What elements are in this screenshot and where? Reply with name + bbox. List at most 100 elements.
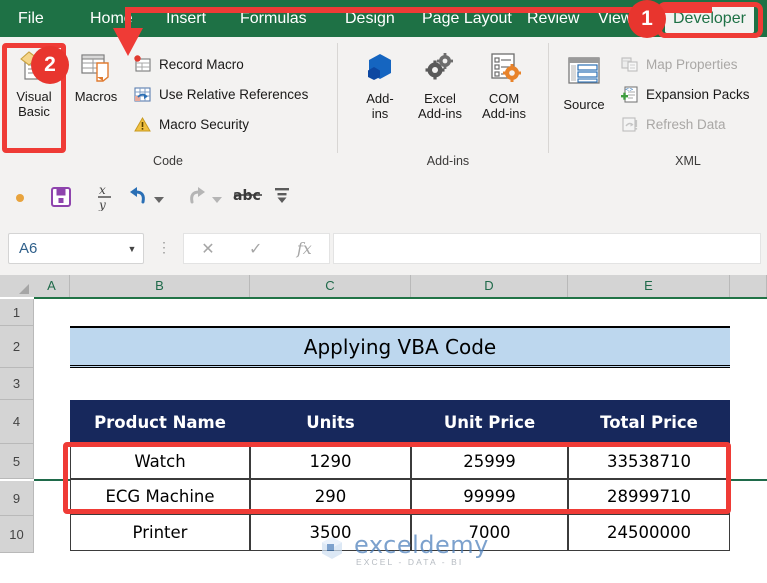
row-header-2[interactable]: 2 [0,326,34,368]
expansion-packs-label: Expansion Packs [646,87,750,102]
macros-label: Macros [74,89,118,104]
save-button[interactable] [49,185,73,214]
column-header-b[interactable]: B [70,275,250,297]
svg-text:x: x [99,183,106,197]
refresh-data-label: Refresh Data [646,117,726,132]
group-label-xml: XML [675,154,701,168]
confirm-check-icon[interactable]: ✓ [249,239,262,259]
addins-label-line1: Add- [366,91,394,106]
excel-addins-icon [421,53,459,88]
map-properties-icon [620,55,639,74]
formula-input[interactable] [333,233,761,264]
undo-dropdown-arrow[interactable] [154,191,164,209]
cancel-x-icon[interactable]: ✕ [201,239,214,259]
svg-text:y: y [98,198,106,211]
group-separator-2 [548,43,549,153]
map-properties-button[interactable]: Map Properties [620,55,738,74]
name-box[interactable]: A6 ▼ [8,233,144,264]
autosave-indicator[interactable] [14,191,26,209]
macro-security-button[interactable]: Macro Security [133,115,249,134]
com-addins-label-line2: Add-ins [481,106,527,121]
sheet-title-cell[interactable]: Applying VBA Code [70,326,730,368]
excel-window: File Home Insert Formulas Design Page La… [0,0,767,583]
column-header-c[interactable]: C [250,275,411,297]
com-addins-icon [485,53,523,88]
group-label-code: Code [153,154,183,168]
table-row[interactable]: Printer [70,514,250,551]
row-header-10[interactable]: 10 [0,516,34,553]
chevron-down-icon[interactable]: ▼ [121,244,143,254]
formula-xy-button[interactable]: x y [94,181,116,216]
table-header-product-name[interactable]: Product Name [70,400,250,444]
row-header-9[interactable]: 9 [0,481,34,516]
column-header-a[interactable]: A [34,275,70,297]
callout-badge-2: 2 [31,46,69,84]
macros-button[interactable]: Macros [68,49,124,104]
macros-icon [77,54,115,86]
undo-button[interactable] [126,184,152,213]
row-header-4[interactable]: 4 [0,400,34,444]
column-header-f[interactable] [730,275,767,297]
column-header-e[interactable]: E [568,275,730,297]
use-relative-references-label: Use Relative References [159,87,309,102]
name-box-value: A6 [19,240,38,257]
row-header-1[interactable]: 1 [0,299,34,326]
developer-tab-highlight [657,2,763,38]
select-all-corner[interactable] [0,275,35,297]
ribbon-tab-formulas[interactable]: Formulas [240,6,307,31]
ribbon-tab-insert[interactable]: Insert [166,6,206,31]
com-addins-button[interactable]: COM Add-ins [474,51,534,121]
addins-button[interactable]: Add- ins [354,51,406,121]
ribbon-tab-design[interactable]: Design [345,6,395,31]
watermark-cube-icon [318,534,346,562]
relative-references-icon [133,85,152,104]
ribbon-body: Visual Basic Macros Record Macro Use Rel… [0,37,767,172]
com-addins-label-line1: COM [488,91,520,106]
table-header-total-price[interactable]: Total Price [568,400,730,444]
refresh-data-button[interactable]: Refresh Data [620,115,726,134]
excel-addins-label-line2: Add-ins [417,106,463,121]
watermark-tagline: EXCEL - DATA - BI [356,557,464,567]
watermark-name: exceldemy [354,531,489,559]
column-header-d[interactable]: D [411,275,568,297]
group-separator-1 [337,43,338,153]
excel-addins-button[interactable]: Excel Add-ins [410,51,470,121]
table-header-unit-price[interactable]: Unit Price [411,400,568,444]
expansion-packs-button[interactable]: <> Expansion Packs [620,85,750,104]
fx-insert-function-icon[interactable]: fx [297,239,312,258]
expansion-packs-icon: <> [620,85,639,104]
refresh-data-icon [620,115,639,134]
redo-dropdown-arrow[interactable] [212,191,222,209]
addins-icon [362,54,398,88]
excel-addins-label-line1: Excel [424,91,456,106]
table-header-units[interactable]: Units [250,400,411,444]
svg-text:<>: <> [625,87,633,93]
row-header-3[interactable]: 3 [0,368,34,400]
record-macro-button[interactable]: Record Macro [133,55,244,74]
formula-bar-handle[interactable]: ⋮ [157,239,171,256]
spelling-button[interactable]: abc [232,184,264,211]
formula-bar-row: A6 ▼ ⋮ ✕ ✓ fx [0,225,767,275]
xml-source-label: Source [563,97,605,112]
row-header-5[interactable]: 5 [0,444,34,479]
sort-filter-button[interactable] [272,185,292,210]
ribbon-tab-home[interactable]: Home [90,6,133,31]
callout-badge-1: 1 [628,0,666,38]
quick-access-toolbar: x y abc [0,171,767,225]
record-macro-label: Record Macro [159,57,244,72]
ribbon-tab-file[interactable]: File [18,6,44,31]
ribbon-tab-page-layout[interactable]: Page Layout [422,6,512,31]
record-macro-icon [133,55,152,74]
macro-security-label: Macro Security [159,117,250,132]
use-relative-references-button[interactable]: Use Relative References [133,85,308,104]
map-properties-label: Map Properties [646,57,738,72]
watermark: exceldemy EXCEL - DATA - BI [312,531,522,573]
table-row[interactable]: 24500000 [568,514,730,551]
svg-text:abc: abc [233,188,261,204]
formula-bar-buttons: ✕ ✓ fx [183,233,330,264]
xml-source-button[interactable]: Source [556,55,612,112]
ribbon-tab-review[interactable]: Review [527,6,579,31]
redo-button[interactable] [184,184,210,213]
addins-label-line2: ins [371,106,389,121]
selected-rows-highlight [63,442,731,514]
